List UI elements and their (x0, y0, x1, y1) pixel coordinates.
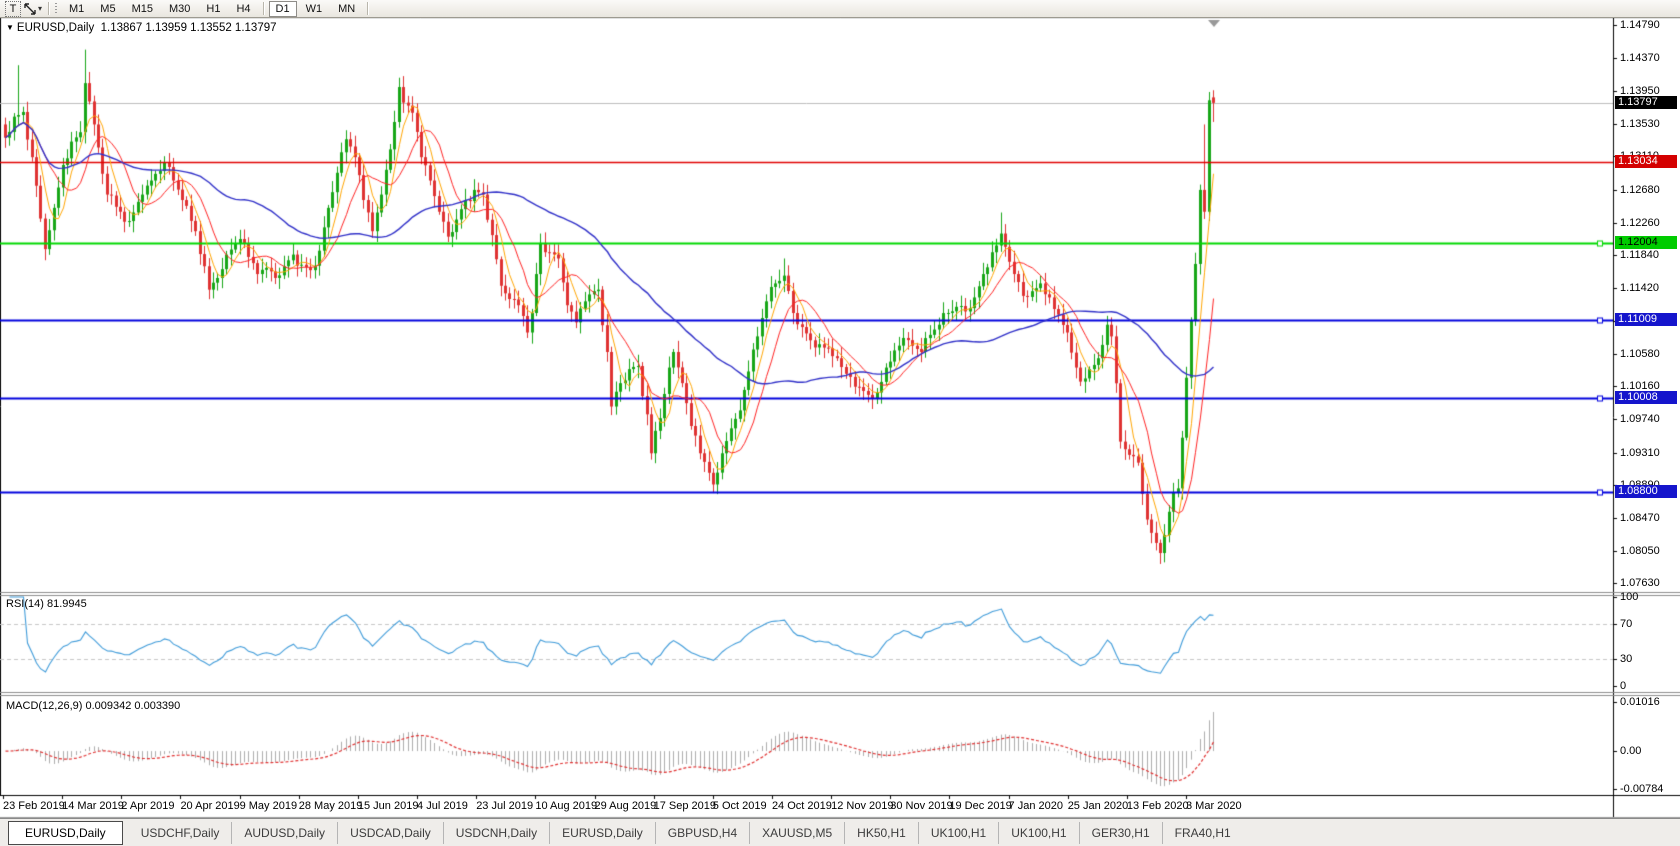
macd-axis-tick: 0.01016 (1620, 696, 1660, 708)
price-axis-tick: 1.12260 (1620, 217, 1660, 229)
tab-eurusd-daily[interactable]: EURUSD,Daily (8, 821, 123, 845)
rsi-axis-tick: 100 (1620, 591, 1638, 603)
tab-hk50-h1[interactable]: HK50,H1 (844, 822, 918, 844)
tab-usdcad-daily[interactable]: USDCAD,Daily (337, 822, 443, 844)
rsi-indicator-label: RSI(14) 81.9945 (6, 598, 87, 610)
date-axis-label: 20 Apr 2019 (180, 800, 239, 812)
timeframe-button-h4[interactable]: H4 (229, 2, 257, 16)
chart-ohlc-values: 1.13867 1.13959 1.13552 1.13797 (101, 22, 277, 34)
timeframe-button-m5[interactable]: M5 (93, 2, 122, 16)
price-axis-tick: 1.08470 (1620, 512, 1660, 524)
pointer-tool-button[interactable]: ▾ (24, 3, 42, 15)
date-axis-label: 30 Nov 2019 (890, 800, 952, 812)
price-axis-tick: 1.13530 (1620, 118, 1660, 130)
rsi-axis-tick: 30 (1620, 653, 1632, 665)
tab-gbpusd-h4[interactable]: GBPUSD,H4 (655, 822, 749, 844)
timeframe-button-d1[interactable]: D1 (269, 1, 297, 17)
timeframe-button-group: M1M5M15M30H1H4 D1W1MN (61, 1, 372, 17)
date-axis-label: 23 Jul 2019 (476, 800, 533, 812)
toolbar: T ▾ M1M5M15M30H1H4 D1W1MN (0, 0, 1680, 18)
rsi-axis-tick: 70 (1620, 618, 1632, 630)
date-axis-label: 28 May 2019 (299, 800, 363, 812)
chart-title: ▼EURUSD,Daily 1.13867 1.13959 1.13552 1.… (6, 22, 277, 34)
date-axis-label: 7 Jan 2020 (1009, 800, 1063, 812)
date-axis-label: 13 Feb 2020 (1127, 800, 1189, 812)
current-price-badge: 1.13797 (1615, 96, 1677, 109)
price-axis-tick: 1.11420 (1620, 282, 1659, 294)
trading-terminal-window: T ▾ M1M5M15M30H1H4D1W1MN ▼EURUSD,Daily 1… (0, 0, 1680, 846)
price-axis-tick: 1.07630 (1620, 577, 1660, 589)
diagonal-arrows-icon (24, 3, 36, 15)
toolbar-grip[interactable] (55, 3, 57, 15)
timeframe-button-mn[interactable]: MN (331, 2, 362, 16)
tab-xauusd-m5[interactable]: XAUUSD,M5 (749, 822, 844, 844)
price-level-badge: 1.12004 (1615, 236, 1677, 249)
date-axis-label: 2 Apr 2019 (121, 800, 174, 812)
price-axis-tick: 1.14370 (1620, 52, 1660, 64)
date-axis-label: 15 Jun 2019 (358, 800, 419, 812)
price-axis-tick: 1.14790 (1620, 19, 1660, 31)
macd-axis-tick: 0.00 (1620, 745, 1641, 757)
price-axis-tick: 1.10580 (1620, 348, 1660, 360)
date-axis-label: 12 Nov 2019 (831, 800, 893, 812)
date-axis-label: 9 May 2019 (240, 800, 297, 812)
tab-uk100-h1[interactable]: UK100,H1 (918, 822, 998, 844)
price-level-badge: 1.10008 (1615, 391, 1677, 404)
price-axis-tick: 1.11840 (1620, 249, 1659, 261)
tab-usdcnh-daily[interactable]: USDCNH,Daily (443, 822, 549, 844)
price-axis-tick: 1.08050 (1620, 545, 1660, 557)
timeframe-button-m15[interactable]: M15 (125, 2, 160, 16)
date-axis-label: 25 Jan 2020 (1068, 800, 1129, 812)
price-level-badge: 1.08800 (1615, 485, 1677, 498)
date-axis-label: 14 Mar 2019 (62, 800, 124, 812)
date-axis-label: 29 Aug 2019 (595, 800, 657, 812)
rsi-axis-tick: 0 (1620, 680, 1626, 692)
timeframe-button-h1[interactable]: H1 (199, 2, 227, 16)
price-chart-canvas[interactable] (0, 0, 1680, 818)
toolbar-separator (263, 2, 264, 15)
tab-eurusd-daily[interactable]: EURUSD,Daily (549, 822, 655, 844)
tab-fra40-h1[interactable]: FRA40,H1 (1162, 822, 1243, 844)
date-axis-label: 5 Oct 2019 (713, 800, 767, 812)
text-tool-button[interactable]: T (5, 1, 21, 17)
dropdown-caret-icon[interactable]: ▾ (38, 4, 42, 13)
tab-ger30-h1[interactable]: GER30,H1 (1079, 822, 1162, 844)
chart-tab-bar: EURUSD,DailyUSDCHF,DailyAUDUSD,DailyUSDC… (0, 818, 1680, 846)
tab-audusd-daily[interactable]: AUDUSD,Daily (231, 822, 337, 844)
price-level-badge: 1.11009 (1615, 313, 1677, 326)
date-axis-label: 24 Oct 2019 (772, 800, 832, 812)
toolbar-separator (48, 2, 49, 15)
timeframe-button-m30[interactable]: M30 (162, 2, 197, 16)
date-axis-label: 4 Jul 2019 (417, 800, 468, 812)
macd-axis-tick: -0.00784 (1620, 783, 1663, 795)
tab-usdchf-daily[interactable]: USDCHF,Daily (129, 822, 232, 844)
toolbar-separator (367, 2, 368, 15)
date-axis-label: 17 Sep 2019 (654, 800, 716, 812)
price-level-badge: 1.13034 (1615, 155, 1677, 168)
price-axis-tick: 1.09740 (1620, 413, 1660, 425)
timeframe-button-m1[interactable]: M1 (62, 2, 91, 16)
timeframe-button-w1[interactable]: W1 (299, 2, 330, 16)
price-axis-tick: 1.09310 (1620, 447, 1660, 459)
macd-indicator-label: MACD(12,26,9) 0.009342 0.003390 (6, 700, 180, 712)
chart-collapse-icon[interactable]: ▼ (6, 23, 14, 32)
tab-uk100-h1[interactable]: UK100,H1 (998, 822, 1078, 844)
date-axis-label: 23 Feb 2019 (3, 800, 65, 812)
date-axis-label: 19 Dec 2019 (949, 800, 1011, 812)
date-axis-label: 3 Mar 2020 (1186, 800, 1242, 812)
date-axis-label: 10 Aug 2019 (535, 800, 597, 812)
chart-symbol-label: EURUSD,Daily (17, 22, 94, 34)
price-axis-tick: 1.12680 (1620, 184, 1660, 196)
